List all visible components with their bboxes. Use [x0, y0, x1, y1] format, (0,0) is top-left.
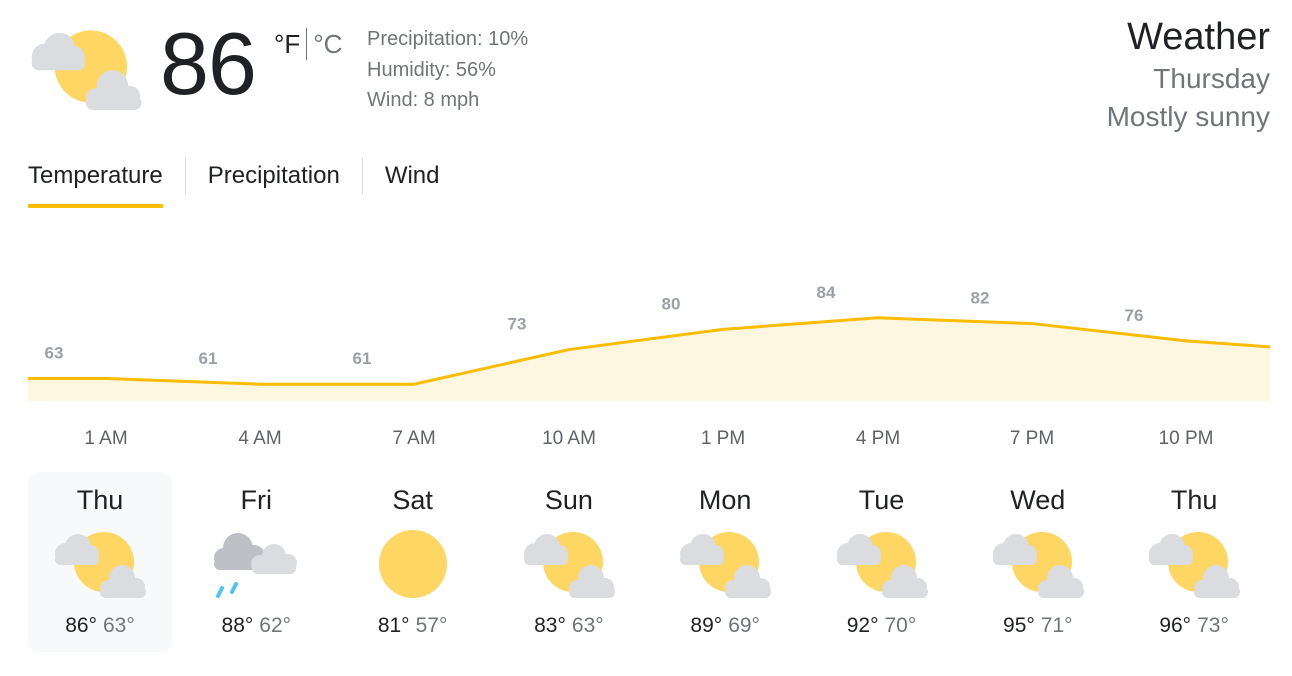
forecast-temps: 86° 63°	[28, 612, 172, 640]
forecast-day-name: Sun	[544, 485, 593, 515]
chart-time-label: 7 AM	[392, 428, 435, 449]
partly-cloudy-icon	[521, 530, 617, 598]
forecast-high: 83°	[534, 614, 566, 637]
partly-cloudy-icon	[52, 530, 148, 598]
tab-wind[interactable]: Wind	[385, 156, 440, 196]
forecast-day-name: Wed	[1010, 485, 1066, 515]
tab-divider	[361, 158, 363, 194]
forecast-temps: 92° 70°	[810, 612, 954, 640]
forecast-low: 71°	[1040, 614, 1073, 637]
forecast-day-name: Thu	[1170, 485, 1218, 515]
forecast-temps: 81° 57°	[341, 612, 485, 640]
daily-forecast: Thu 86° 63° Fri 88° 62° Sat 81° 57° Sun 83° 63° Mon 8…	[28, 472, 1276, 654]
fahrenheit-button[interactable]: °F	[274, 28, 308, 60]
chart-value-label: 82	[971, 289, 990, 308]
tab-precipitation[interactable]: Precipitation	[208, 156, 340, 196]
forecast-high: 89°	[690, 614, 723, 637]
forecast-day-name: Mon	[698, 485, 752, 515]
forecast-temps: 89° 69°	[653, 612, 797, 640]
partly-cloudy-icon	[677, 530, 773, 598]
rain-icon	[208, 530, 304, 598]
forecast-high: 88°	[221, 614, 254, 637]
chart-tabs: Temperature Precipitation Wind	[28, 156, 440, 212]
forecast-high: 86°	[65, 614, 97, 637]
forecast-day[interactable]: Mon 89° 69°	[653, 472, 797, 652]
wind-text: Wind: 8 mph	[367, 89, 480, 111]
forecast-day-name: Tue	[858, 485, 905, 515]
weather-card: 86 °F °C Precipitation: 10% Humidity: 56…	[0, 0, 1292, 676]
forecast-temps: 95° 71°	[966, 612, 1110, 640]
weather-day: Thursday	[1153, 63, 1270, 94]
weather-header: Weather Thursday Mostly sunny	[1107, 14, 1270, 136]
partly-cloudy-icon	[1146, 530, 1242, 598]
forecast-low: 63°	[571, 614, 604, 637]
forecast-day[interactable]: Thu 96° 73°	[1122, 472, 1266, 652]
forecast-day[interactable]: Thu 86° 63°	[28, 472, 172, 652]
chart-value-label: 73	[508, 315, 527, 334]
forecast-temps: 96° 73°	[1122, 612, 1266, 640]
forecast-high: 96°	[1159, 614, 1192, 637]
chart-value-label: 76	[1125, 306, 1144, 325]
forecast-day-name: Sat	[392, 485, 433, 515]
partly-cloudy-icon	[834, 530, 930, 598]
forecast-day[interactable]: Tue 92° 70°	[810, 472, 954, 652]
weather-condition: Mostly sunny	[1106, 101, 1270, 132]
partly-cloudy-icon	[28, 28, 144, 110]
forecast-temps: 88° 62°	[184, 612, 328, 640]
chart-value-label: 61	[353, 349, 372, 368]
current-details: Precipitation: 10% Humidity: 56% Wind: 8…	[367, 24, 528, 116]
forecast-low: 62°	[259, 614, 292, 637]
chart-value-label: 84	[817, 283, 836, 302]
chart-time-label: 7 PM	[1010, 428, 1054, 449]
forecast-low: 57°	[415, 614, 448, 637]
forecast-day[interactable]: Sat 81° 57°	[341, 472, 485, 652]
forecast-low: 70°	[884, 614, 917, 637]
forecast-high: 92°	[846, 614, 879, 637]
chart-time-label: 4 AM	[238, 428, 281, 449]
forecast-high: 95°	[1003, 614, 1035, 637]
forecast-high: 81°	[377, 614, 410, 637]
celsius-button[interactable]: °C	[307, 28, 342, 60]
forecast-day-name: Thu	[76, 485, 124, 515]
sun-icon	[365, 530, 461, 598]
current-temperature: 86	[160, 14, 257, 113]
partly-cloudy-icon	[990, 530, 1086, 598]
chart-time-label: 10 PM	[1159, 428, 1214, 449]
tab-temperature[interactable]: Temperature	[28, 156, 163, 208]
forecast-low: 69°	[728, 614, 760, 637]
chart-value-label: 63	[45, 343, 64, 362]
chart-time-label: 1 PM	[701, 428, 745, 449]
weather-title: Weather	[1127, 16, 1270, 58]
forecast-low: 73°	[1197, 614, 1229, 637]
forecast-low: 63°	[103, 614, 135, 637]
forecast-day[interactable]: Wed 95° 71°	[966, 472, 1110, 652]
forecast-day[interactable]: Sun 83° 63°	[497, 472, 641, 652]
forecast-day[interactable]: Fri 88° 62°	[184, 472, 328, 652]
precipitation-text: Precipitation: 10%	[367, 28, 529, 50]
chart-time-label: 4 PM	[856, 428, 900, 449]
humidity-text: Humidity: 56%	[367, 58, 496, 81]
tab-divider	[184, 158, 186, 194]
chart-value-label: 61	[199, 349, 218, 368]
chart-value-label: 80	[662, 294, 681, 313]
chart-time-label: 1 AM	[84, 428, 127, 449]
forecast-temps: 83° 63°	[497, 612, 641, 640]
unit-toggle: °F °C	[274, 28, 342, 60]
temperature-chart: 63 61 61 73 80 84 82 76 1 AM 4 AM 7 AM 10 AM 1 PM 4 P…	[28, 283, 1271, 449]
chart-time-label: 10 AM	[542, 428, 596, 449]
forecast-day-name: Fri	[240, 485, 273, 515]
